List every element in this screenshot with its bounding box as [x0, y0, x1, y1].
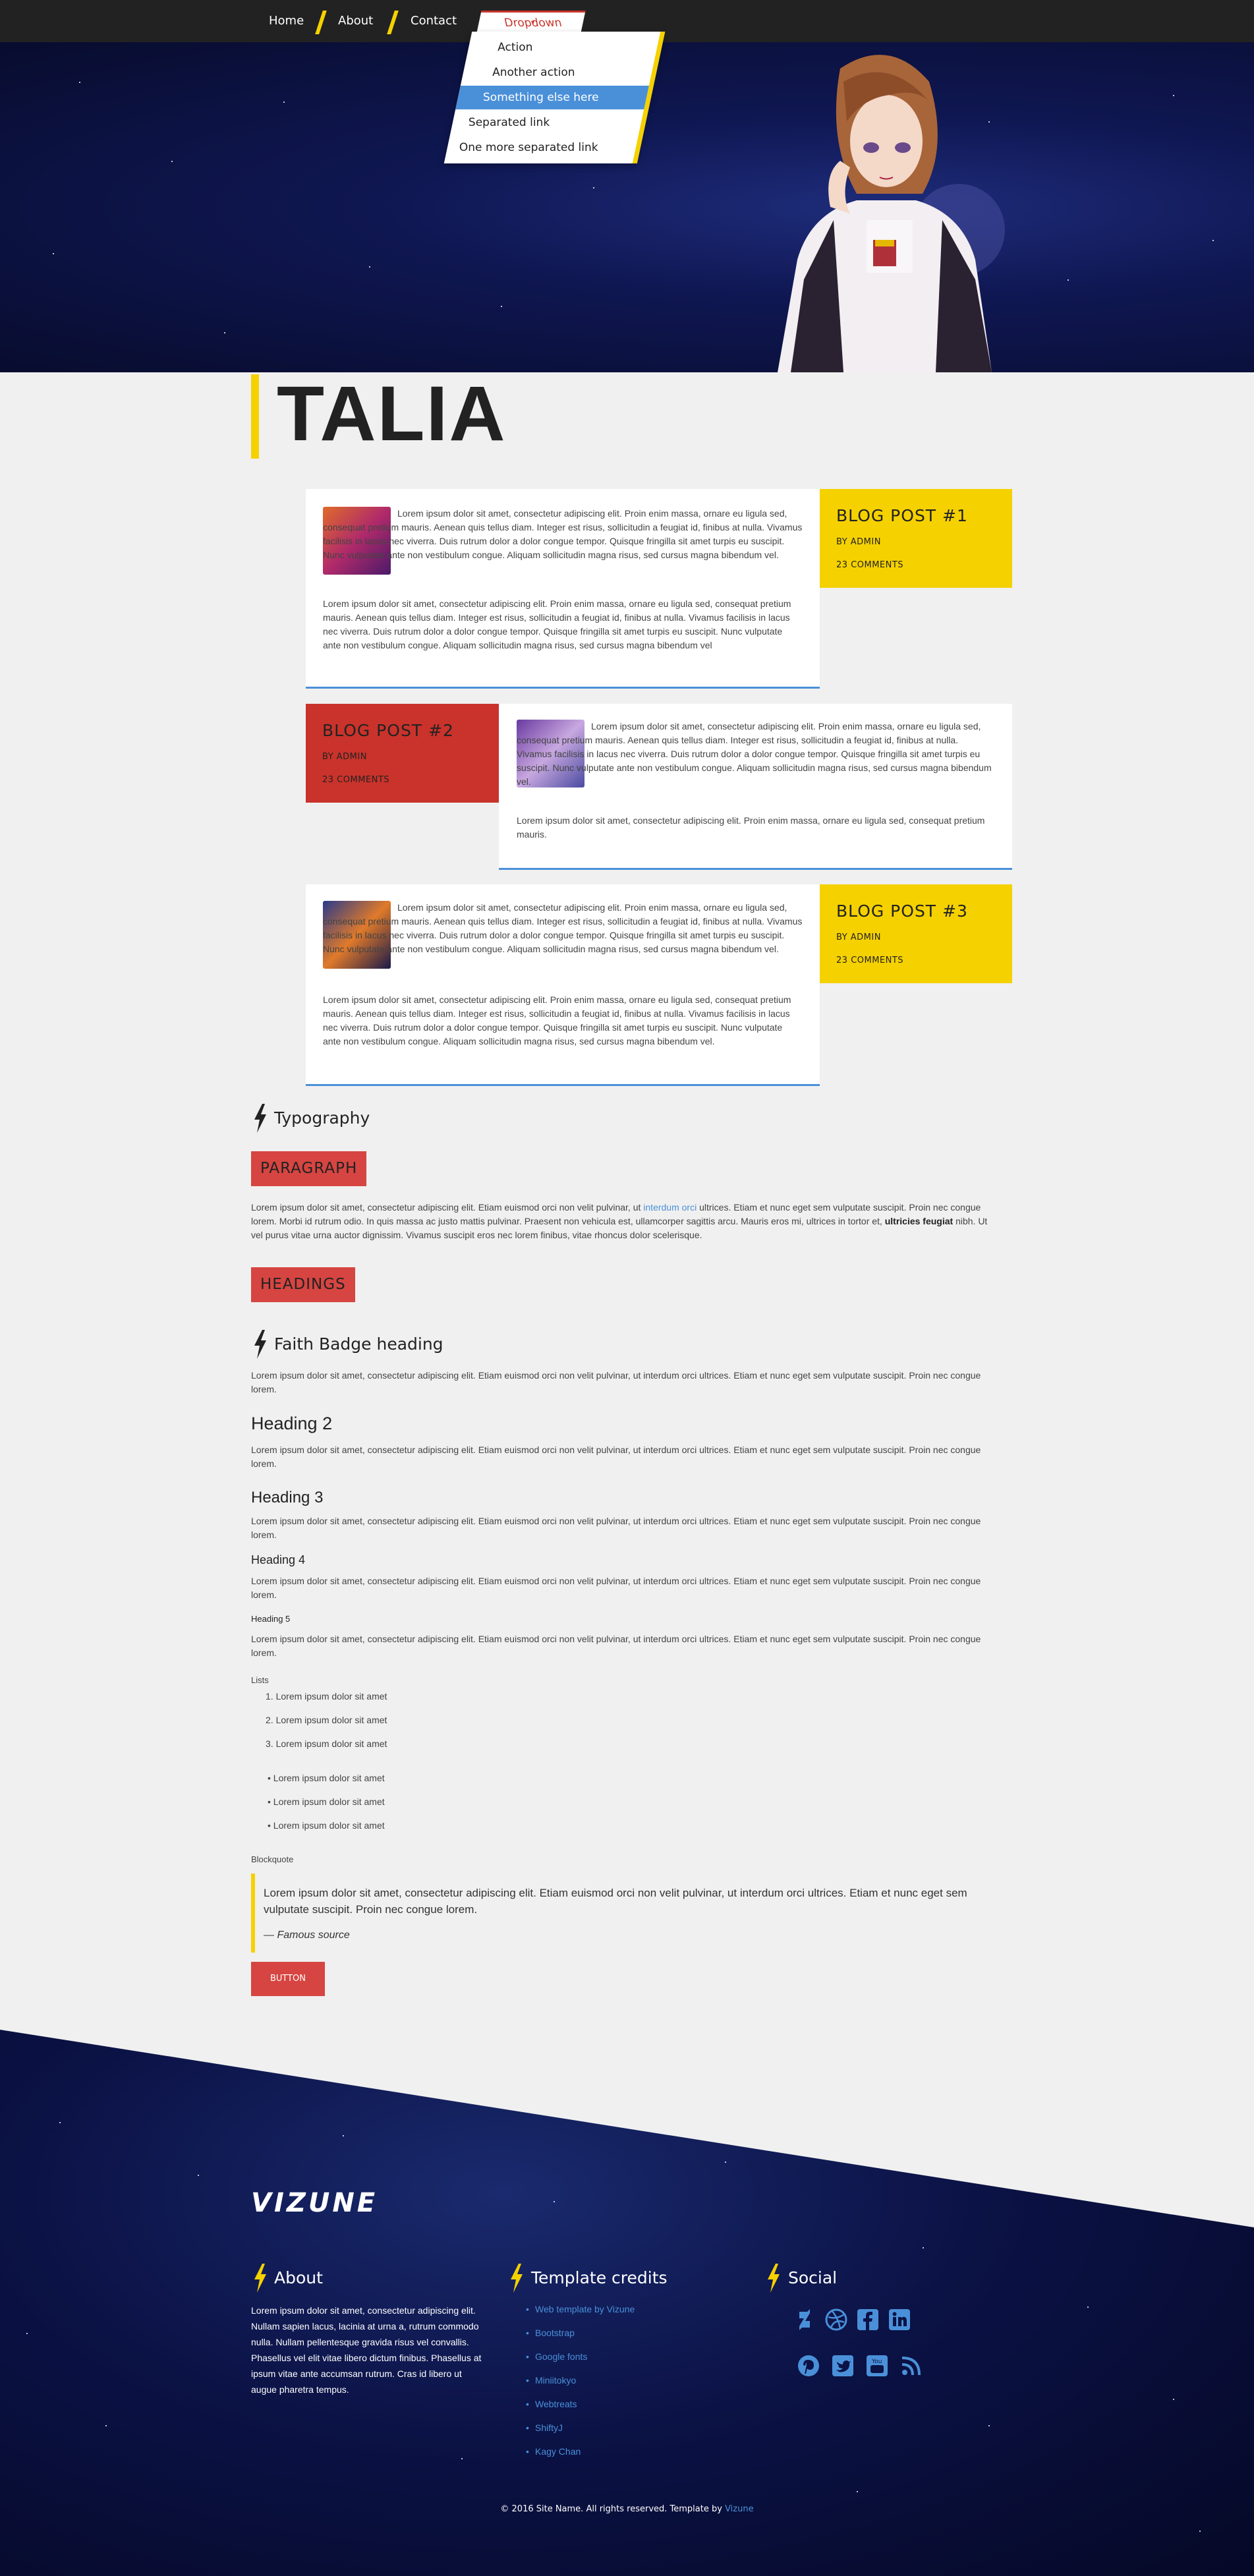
typography-paragraph: Lorem ipsum dolor sit amet, consectetur …	[251, 1202, 988, 1240]
headings-badge: HEADINGS	[251, 1267, 355, 1302]
post-author: BY ADMIN	[322, 752, 367, 762]
dropdown-item-separated-link[interactable]: Separated link	[450, 111, 644, 134]
pinterest-icon[interactable]	[797, 2354, 820, 2378]
lightning-icon	[768, 2264, 780, 2293]
heading-4: Heading 4	[251, 1553, 306, 1566]
ordered-list-item: 1. Lorem ipsum dolor sit amet	[266, 1691, 387, 1702]
nav-separator	[387, 11, 399, 34]
unordered-list-item: • Lorem ipsum dolor sit amet	[268, 1820, 385, 1831]
facebook-icon[interactable]	[856, 2308, 880, 2332]
blog-post-card: Lorem ipsum dolor sit amet, consectetur …	[306, 884, 820, 1086]
page-title: TALIA	[277, 370, 507, 457]
section-title-typography: Typography	[274, 1108, 370, 1128]
dropdown-menu: Action Another action Something else her…	[443, 32, 666, 163]
ordered-list-item: 3. Lorem ipsum dolor sit amet	[266, 1738, 387, 1749]
blockquote-bar	[251, 1874, 255, 1953]
footer-logo[interactable]: VIZUNE	[251, 2188, 378, 2218]
nav-about[interactable]: About	[338, 0, 373, 42]
post-text: Lorem ipsum dolor sit amet, consectetur …	[323, 508, 803, 560]
unordered-list-item: • Lorem ipsum dolor sit amet	[268, 1796, 385, 1807]
credit-link[interactable]: ShiftyJ	[526, 2422, 563, 2433]
footer-social-title: Social	[788, 2268, 838, 2287]
dropdown-item-action[interactable]: Action	[466, 36, 660, 59]
heading-body-text: Lorem ipsum dolor sit amet, consectetur …	[251, 1634, 981, 1658]
demo-button[interactable]: BUTTON	[251, 1962, 325, 1996]
post-text: Lorem ipsum dolor sit amet, consectetur …	[323, 994, 791, 1046]
footer-copyright: © 2016 Site Name. All rights reserved. T…	[500, 2504, 754, 2514]
post-author: BY ADMIN	[836, 932, 881, 942]
nav-separator	[315, 11, 327, 34]
post-comments[interactable]: 23 COMMENTS	[836, 956, 996, 965]
blog-post-card: Lorem ipsum dolor sit amet, consectetur …	[306, 489, 820, 689]
caret-down-icon: ▾	[530, 19, 536, 26]
footer-diagonal	[0, 2030, 1254, 2227]
blockquote-label: Blockquote	[251, 1854, 294, 1864]
inline-link[interactable]: interdum orci	[643, 1202, 697, 1213]
blockquote-text: Lorem ipsum dolor sit amet, consectetur …	[264, 1887, 967, 1916]
blog-post-card: Lorem ipsum dolor sit amet, consectetur …	[499, 704, 1012, 870]
post-text: Lorem ipsum dolor sit amet, consectetur …	[517, 721, 992, 787]
heading-1: Faith Badge heading	[274, 1334, 443, 1354]
credit-link[interactable]: Kagy Chan	[526, 2446, 581, 2457]
post-text: Lorem ipsum dolor sit amet, consectetur …	[323, 902, 803, 954]
youtube-icon[interactable]: You	[865, 2354, 889, 2378]
rss-icon[interactable]	[899, 2354, 923, 2378]
credit-link[interactable]: Google fonts	[526, 2351, 587, 2362]
hero-character-image	[778, 55, 1005, 372]
dribbble-icon[interactable]	[824, 2308, 848, 2332]
title-accent-bar	[251, 374, 259, 459]
post-comments[interactable]: 23 COMMENTS	[322, 775, 482, 785]
heading-5: Heading 5	[251, 1614, 291, 1624]
post-text: Lorem ipsum dolor sit amet, consectetur …	[323, 598, 791, 650]
post-title[interactable]: BLOG POST #2	[322, 721, 482, 740]
lightning-icon	[254, 2264, 266, 2293]
heading-3: Heading 3	[251, 1489, 324, 1506]
heading-body-text: Lorem ipsum dolor sit amet, consectetur …	[251, 1516, 981, 1540]
lightning-icon	[254, 1330, 266, 1359]
post-comments[interactable]: 23 COMMENTS	[836, 560, 996, 570]
twitter-icon[interactable]	[831, 2354, 855, 2378]
post-author: BY ADMIN	[836, 537, 881, 547]
dropdown-item-something-else[interactable]: Something else here	[455, 86, 649, 109]
nav-contact[interactable]: Contact	[411, 0, 457, 42]
lightning-icon	[254, 1104, 266, 1133]
ordered-list-item: 2. Lorem ipsum dolor sit amet	[266, 1715, 387, 1725]
footer-vizune-link[interactable]: Vizune	[725, 2504, 754, 2514]
footer-credits-title: Template credits	[531, 2268, 668, 2287]
blockquote-source: — Famous source	[264, 1930, 350, 1941]
heading-body-text: Lorem ipsum dolor sit amet, consectetur …	[251, 1445, 981, 1469]
footer-about-title: About	[274, 2268, 323, 2287]
post-tag: BLOG POST #3 BY ADMIN 23 COMMENTS	[820, 884, 1012, 983]
post-title[interactable]: BLOG POST #1	[836, 506, 996, 525]
credit-link[interactable]: Miniitokyo	[526, 2375, 576, 2386]
heading-body-text: Lorem ipsum dolor sit amet, consectetur …	[251, 1370, 981, 1394]
dropdown-item-one-more-separated[interactable]: One more separated link	[445, 136, 639, 159]
credit-link[interactable]: Webtreats	[526, 2399, 577, 2409]
unordered-list-item: • Lorem ipsum dolor sit amet	[268, 1773, 385, 1783]
heading-2: Heading 2	[251, 1414, 333, 1433]
linkedin-icon[interactable]	[888, 2308, 911, 2332]
footer-about-text: Lorem ipsum dolor sit amet, consectetur …	[251, 2305, 482, 2395]
nav-home[interactable]: Home	[269, 0, 304, 42]
post-text: Lorem ipsum dolor sit amet, consectetur …	[517, 815, 985, 840]
deviantart-icon[interactable]	[793, 2308, 816, 2332]
heading-body-text: Lorem ipsum dolor sit amet, consectetur …	[251, 1576, 981, 1600]
post-tag: BLOG POST #1 BY ADMIN 23 COMMENTS	[820, 489, 1012, 588]
lists-label: Lists	[251, 1675, 269, 1685]
post-title[interactable]: BLOG POST #3	[836, 902, 996, 921]
svg-text:You: You	[871, 2359, 882, 2365]
nav-dropdown-toggle[interactable]: Dropdown ▾	[476, 11, 586, 33]
lightning-icon	[511, 2264, 523, 2293]
paragraph-badge: PARAGRAPH	[251, 1151, 367, 1186]
credit-link[interactable]: Bootstrap	[526, 2328, 575, 2338]
credit-link[interactable]: Web template by Vizune	[526, 2304, 635, 2314]
post-tag: BLOG POST #2 BY ADMIN 23 COMMENTS	[306, 704, 499, 803]
dropdown-item-another-action[interactable]: Another action	[461, 61, 654, 84]
